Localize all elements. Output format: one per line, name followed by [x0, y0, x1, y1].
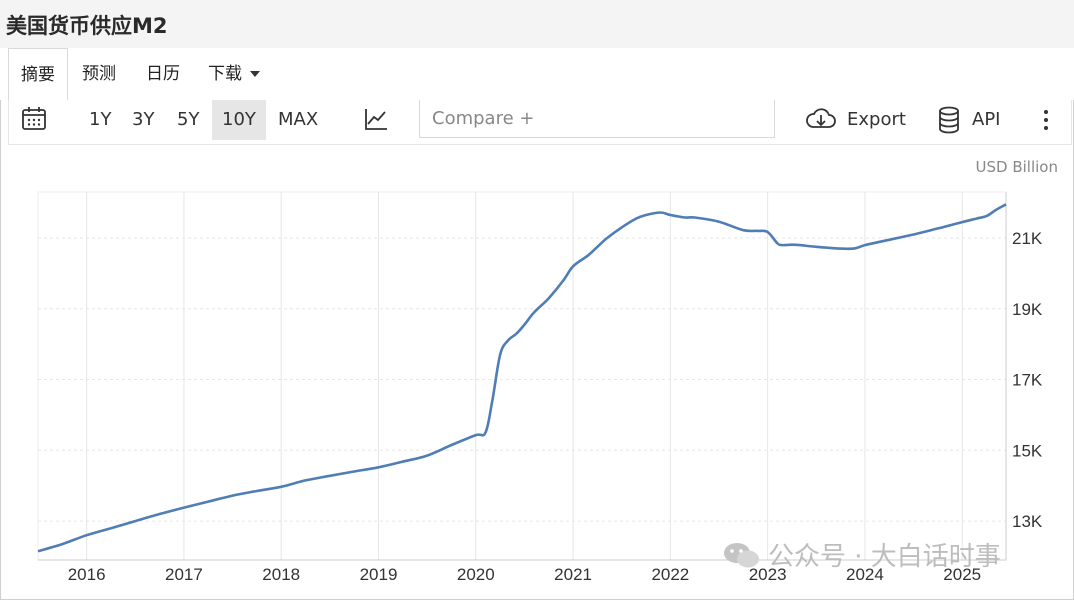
x-tick-label: 2017	[165, 565, 203, 584]
tab-summary[interactable]: 摘要	[8, 48, 68, 101]
range-10y-button[interactable]: 10Y	[212, 100, 266, 140]
tab-bar: 摘要 预测 日历 下载	[0, 48, 1074, 101]
caret-down-icon	[250, 71, 260, 77]
x-tick-label: 2016	[68, 565, 106, 584]
y-tick-label: 17K	[1012, 371, 1043, 390]
x-tick-label: 2018	[262, 565, 300, 584]
y-tick-label: 15K	[1012, 441, 1043, 460]
x-tick-label: 2021	[554, 565, 592, 584]
more-options-icon[interactable]	[1041, 108, 1051, 132]
line-chart: 2016 2017 2018 2019 2020 2021 2022 2023 2024 2025…	[37, 191, 1043, 584]
unit-label: USD Billion	[975, 158, 1058, 176]
tab-download-label: 下载	[208, 64, 242, 84]
range-1y-button[interactable]: 1Y	[89, 100, 111, 140]
tab-calendar[interactable]: 日历	[146, 48, 180, 100]
chart-toolbar: 1Y 3Y 5Y 10Y MAX Compare + Export API	[8, 100, 1072, 145]
series-line	[37, 203, 1007, 553]
database-icon[interactable]	[937, 106, 961, 134]
range-3y-button[interactable]: 3Y	[132, 100, 154, 140]
x-tick-label: 2022	[651, 565, 689, 584]
y-tick-label: 19K	[1012, 300, 1043, 319]
api-button[interactable]: API	[972, 100, 1000, 140]
chart-type-icon[interactable]	[363, 106, 389, 134]
x-tick-label: 2020	[457, 565, 495, 584]
cloud-download-icon[interactable]	[805, 106, 837, 134]
watermark-text: 公众号 · 大白话时事	[768, 542, 1001, 572]
title-bar: 美国货币供应M2	[0, 0, 1074, 49]
calendar-icon[interactable]	[21, 106, 47, 134]
range-5y-button[interactable]: 5Y	[177, 100, 199, 140]
range-max-button[interactable]: MAX	[278, 100, 318, 140]
export-button[interactable]: Export	[847, 100, 906, 140]
tab-forecast[interactable]: 预测	[82, 48, 116, 100]
x-tick-label: 2019	[360, 565, 398, 584]
tab-download[interactable]: 下载	[208, 48, 260, 100]
compare-input[interactable]: Compare +	[419, 100, 775, 138]
y-tick-label: 13K	[1012, 512, 1043, 531]
page-title: 美国货币供应M2	[6, 14, 168, 38]
y-tick-label: 21K	[1012, 229, 1043, 248]
wechat-icon	[722, 540, 762, 574]
